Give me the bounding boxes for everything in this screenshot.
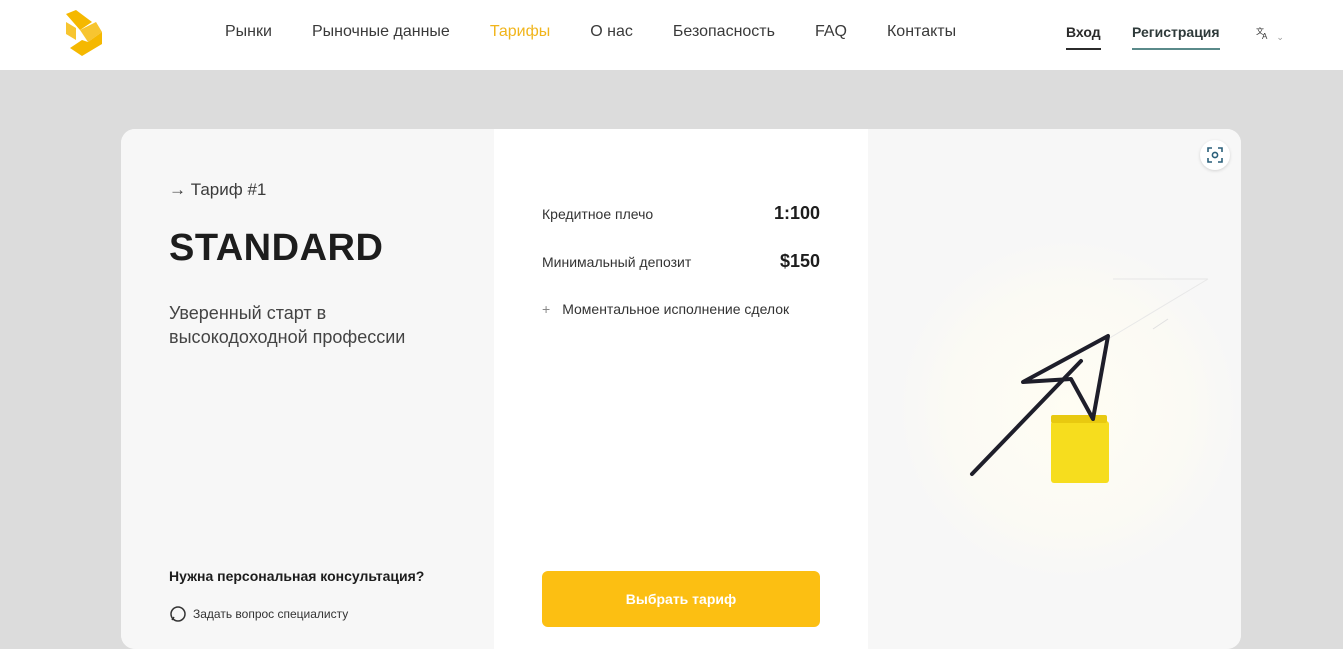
chat-icon (170, 606, 186, 622)
growth-illustration (898, 239, 1238, 579)
spec-min-deposit: Минимальный депозит $150 (542, 251, 820, 272)
plan-intro: → Тариф #1 STANDARD Уверенный старт в вы… (121, 129, 494, 649)
translate-icon: 文 A (1256, 26, 1268, 41)
register-link[interactable]: Регистрация (1132, 24, 1220, 50)
nav-market-data[interactable]: Рыночные данные (312, 23, 450, 41)
nav-tariffs[interactable]: Тарифы (490, 23, 550, 41)
nav-about[interactable]: О нас (590, 23, 633, 41)
nav-security[interactable]: Безопасность (673, 23, 775, 41)
scan-icon[interactable] (1200, 140, 1230, 170)
login-label: Вход (1066, 24, 1101, 40)
register-underline (1132, 48, 1220, 50)
svg-text:A: A (1262, 32, 1268, 40)
choose-plan-button[interactable]: Выбрать тариф (542, 571, 820, 627)
spec-leverage: Кредитное плечо 1:100 (542, 203, 820, 224)
plan-specs: Кредитное плечо 1:100 Минимальный депози… (494, 129, 868, 649)
spec-value: 1:100 (773, 203, 820, 223)
chevron-down-icon: ⌄ (1276, 32, 1284, 42)
spec-value: $150 (779, 251, 820, 271)
nav-faq[interactable]: FAQ (815, 23, 847, 41)
consultation-title: Нужна персональная консультация? (169, 568, 425, 584)
register-label: Регистрация (1132, 24, 1220, 40)
tariff-card: → Тариф #1 STANDARD Уверенный старт в вы… (121, 129, 1241, 649)
focus-icon (1207, 147, 1223, 163)
ask-specialist-link[interactable]: Задать вопрос специалисту (169, 605, 348, 623)
ask-specialist-label: Задать вопрос специалисту (193, 607, 349, 621)
feature-item: + Моментальное исполнение сделок (542, 301, 789, 317)
spec-label: Кредитное плечо (542, 205, 654, 222)
site-header: Рынки Рыночные данные Тарифы О нас Безоп… (0, 0, 1343, 70)
plan-illustration (868, 129, 1241, 649)
nav-markets[interactable]: Рынки (225, 23, 272, 41)
nav-contacts[interactable]: Контакты (887, 23, 956, 41)
tariff-number: → Тариф #1 (169, 180, 267, 199)
login-underline (1066, 48, 1101, 50)
language-switcher[interactable]: 文 A ⌄ (1256, 26, 1284, 43)
main-nav: Рынки Рыночные данные Тарифы О нас Безоп… (225, 23, 996, 41)
spec-label: Минимальный депозит (542, 253, 692, 270)
plan-description: Уверенный старт в высокодоходной професс… (169, 303, 406, 347)
plan-name: STANDARD (169, 227, 384, 269)
feature-label: Моментальное исполнение сделок (562, 301, 790, 317)
plus-icon: + (542, 301, 551, 317)
logo[interactable] (62, 8, 106, 58)
divider-notch (494, 379, 503, 395)
login-link[interactable]: Вход (1066, 24, 1101, 50)
